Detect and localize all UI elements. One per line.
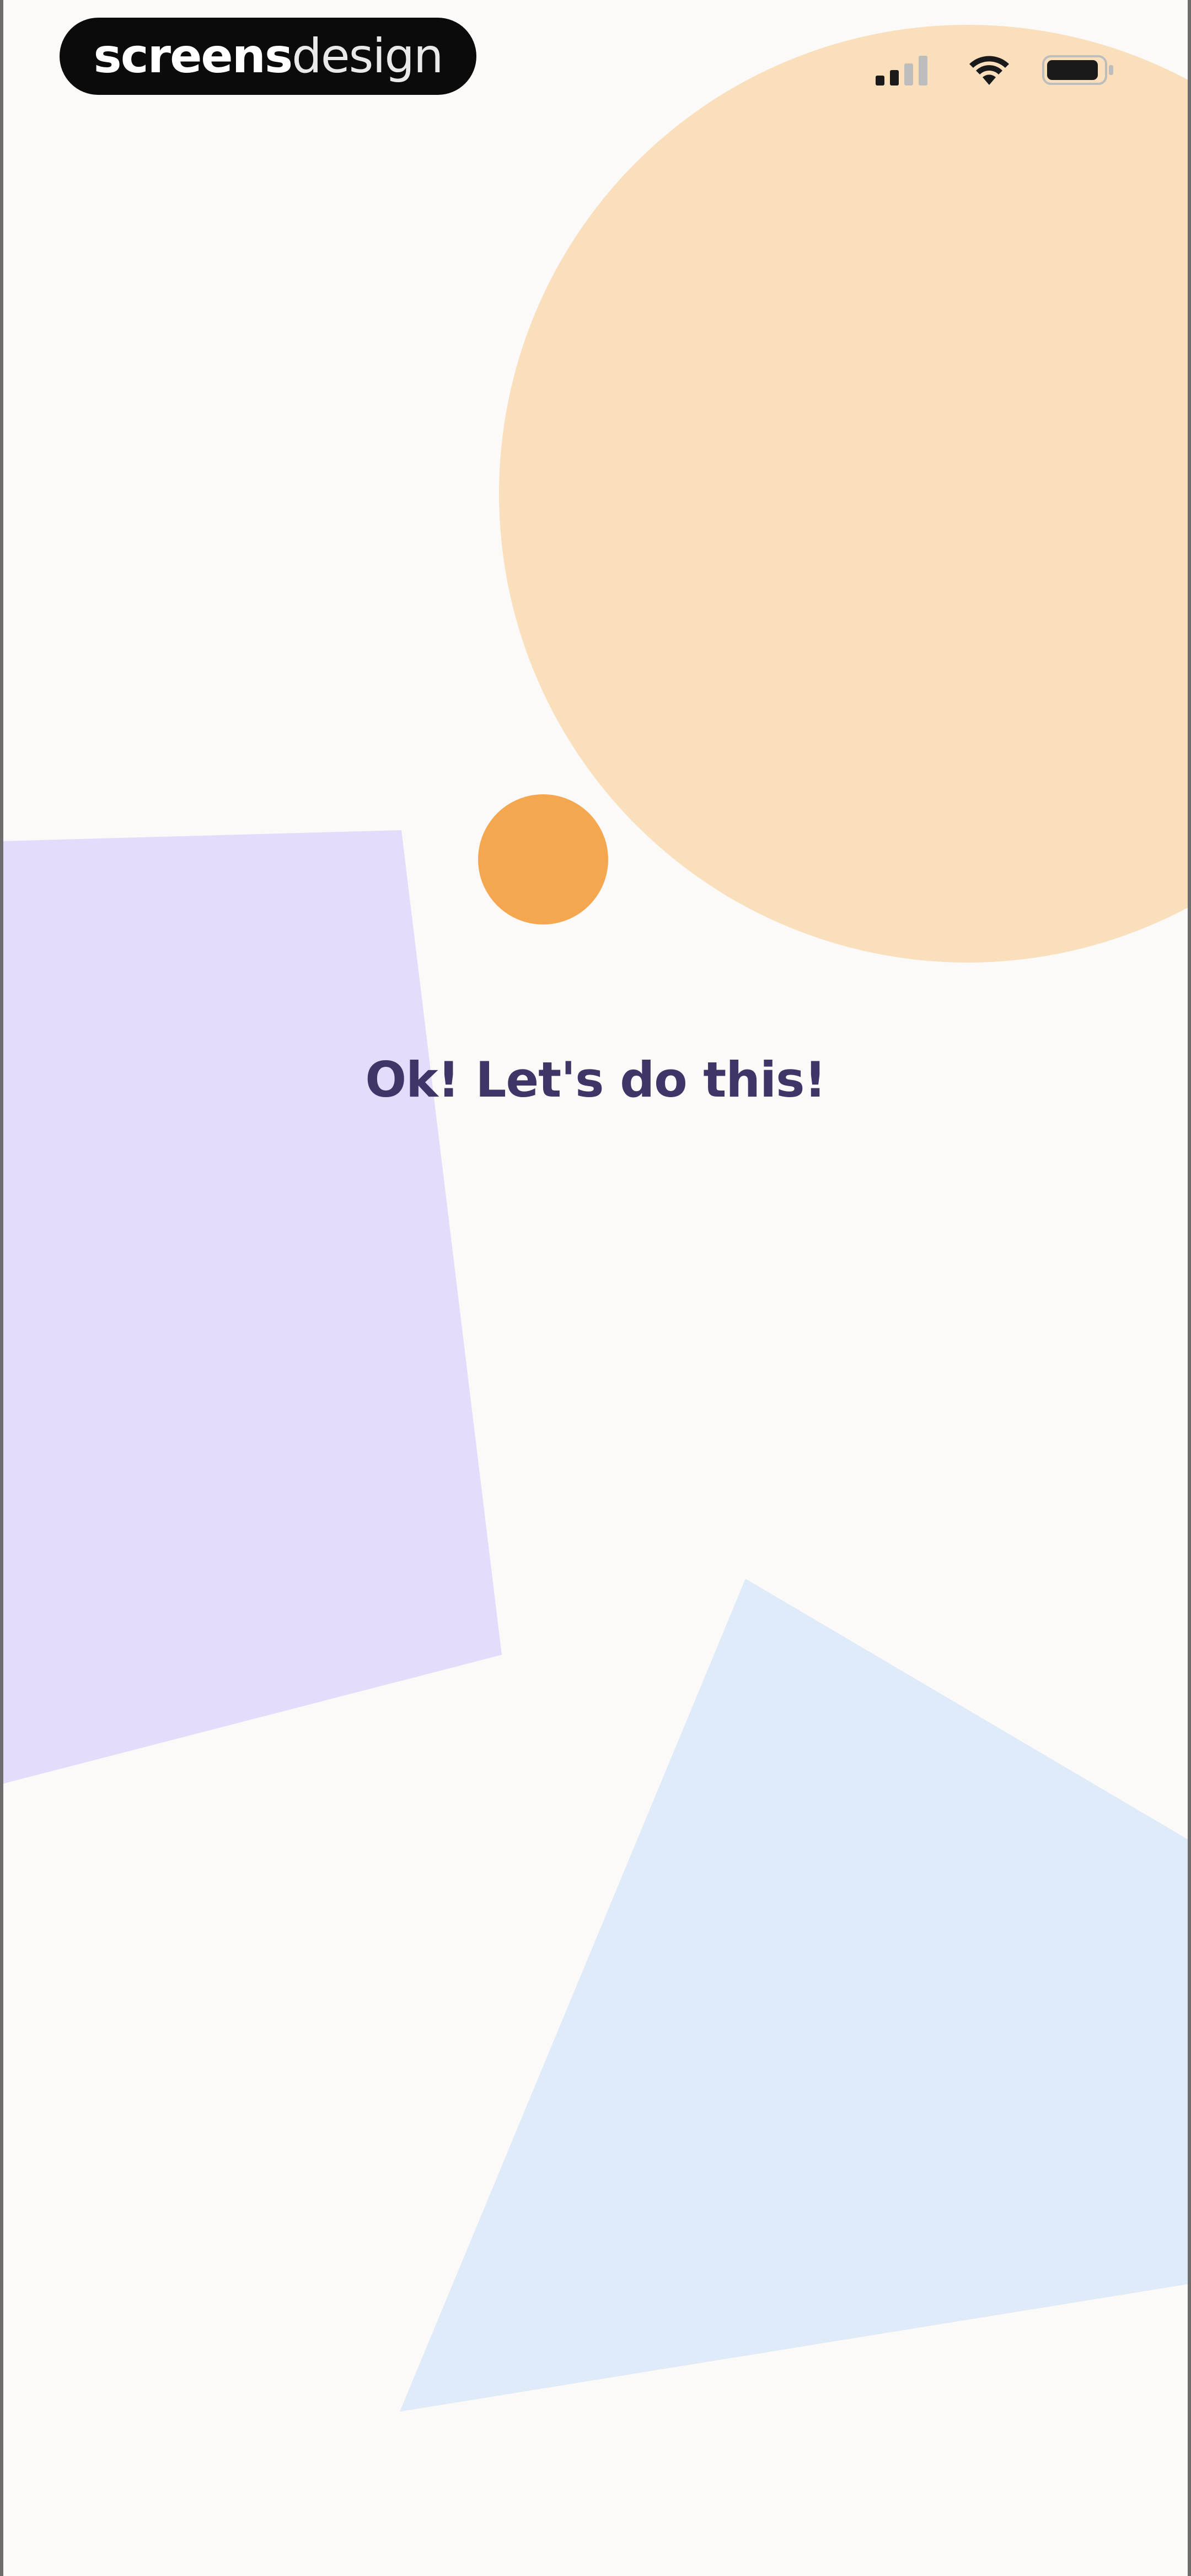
status-bar: screensdesign: [0, 0, 1191, 121]
blue-triangle-shape: [400, 1579, 1191, 2412]
brand-logo-light: design: [292, 29, 443, 84]
onboarding-screen: screensdesign Ok! Let's do this!: [0, 0, 1191, 2576]
wifi-icon: [968, 54, 1010, 86]
screen-edge-left: [0, 0, 3, 2576]
cellular-signal-icon: [876, 55, 936, 85]
lavender-quad-shape: [0, 830, 502, 1784]
screen-edge-right: [1188, 0, 1191, 2576]
onboarding-headline: Ok! Let's do this!: [365, 1051, 826, 1108]
orange-dot-shape: [478, 794, 608, 924]
battery-icon: [1042, 54, 1115, 86]
decorative-shapes: [0, 25, 1191, 2412]
peach-circle-shape: [499, 25, 1191, 963]
brand-logo-bold: screens: [93, 29, 293, 84]
status-icons: [876, 51, 1115, 89]
brand-logo-text: screensdesign: [94, 33, 444, 80]
brand-logo-pill: screensdesign: [60, 18, 476, 95]
